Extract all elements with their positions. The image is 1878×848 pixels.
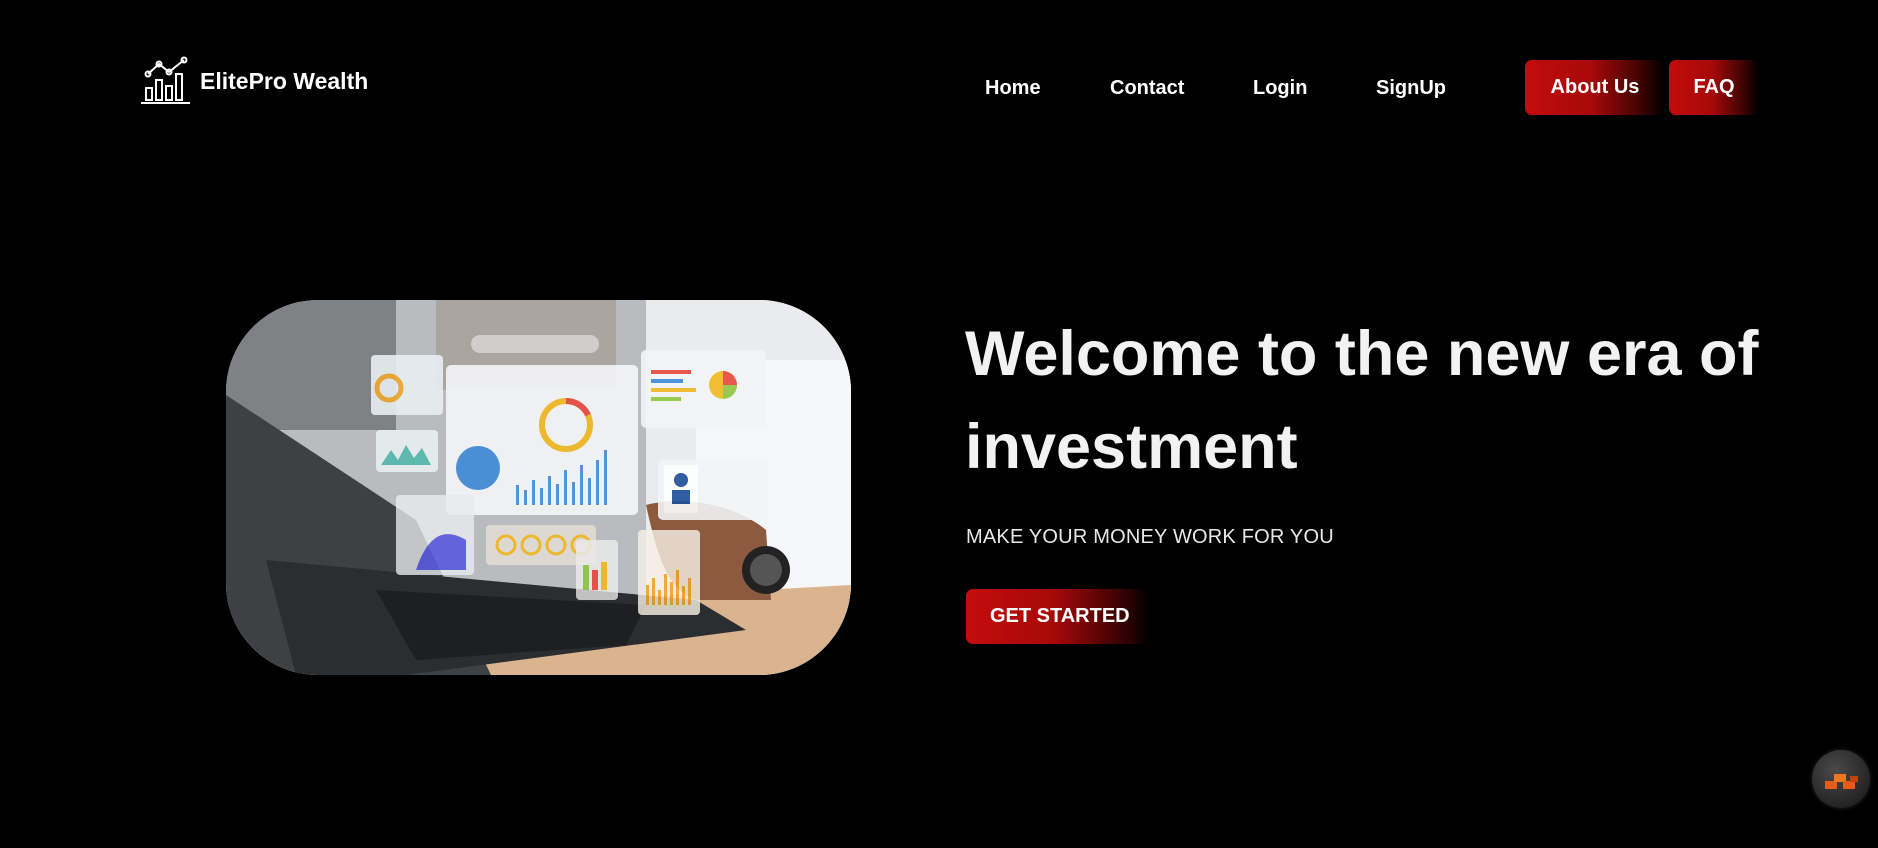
about-us-button[interactable]: About Us xyxy=(1525,60,1665,115)
bar-chart-growth-icon xyxy=(141,56,190,104)
hero-subtitle: MAKE YOUR MONEY WORK FOR YOU xyxy=(966,526,1334,548)
nav-login-link[interactable]: Login xyxy=(1253,60,1307,116)
brand-name: ElitePro Wealth xyxy=(200,67,369,94)
hero-title: Welcome to the new era of investment xyxy=(965,319,1759,482)
hero-image xyxy=(226,300,851,675)
chat-widget-button[interactable] xyxy=(1812,750,1870,808)
faq-button[interactable]: FAQ xyxy=(1669,60,1759,115)
landing-page: ElitePro Wealth Home Contact Login SignU… xyxy=(0,0,1878,848)
brand-logo[interactable]: ElitePro Wealth xyxy=(140,56,368,106)
nav-home-link[interactable]: Home xyxy=(985,60,1041,116)
get-started-button[interactable]: GET STARTED xyxy=(966,589,1150,644)
nav-contact-link[interactable]: Contact xyxy=(1110,60,1184,116)
chat-widget-icon xyxy=(1825,774,1858,789)
laptop-analytics-dashboard-image xyxy=(226,300,851,675)
nav-signup-link[interactable]: SignUp xyxy=(1376,60,1446,116)
